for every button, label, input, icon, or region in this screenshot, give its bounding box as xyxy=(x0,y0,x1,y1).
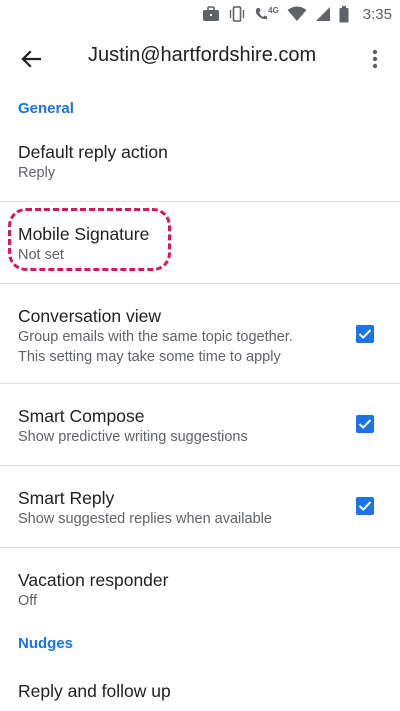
more-vert-icon xyxy=(372,49,378,69)
setting-title: Smart Compose xyxy=(18,406,145,426)
briefcase-icon xyxy=(202,6,220,22)
wifi-icon xyxy=(287,6,307,22)
setting-subtitle: Show predictive writing suggestions xyxy=(18,429,248,445)
network-type-label: 4G xyxy=(268,6,279,15)
smart-compose-checkbox[interactable] xyxy=(356,415,374,433)
setting-subtitle: This setting may take some time to apply xyxy=(18,349,281,365)
setting-title: Reply and follow up xyxy=(18,681,171,701)
setting-title: Conversation view xyxy=(18,306,161,326)
check-icon xyxy=(358,419,372,430)
vibrate-icon xyxy=(228,6,246,22)
setting-default-reply[interactable]: Default reply action Reply xyxy=(0,130,400,202)
setting-vacation-responder[interactable]: Vacation responder Off xyxy=(0,548,400,624)
wifi-call-icon: 4G xyxy=(254,6,279,22)
battery-icon xyxy=(339,5,349,23)
overflow-menu-button[interactable] xyxy=(360,42,390,76)
setting-smart-compose[interactable]: Smart Compose Show predictive writing su… xyxy=(0,384,400,466)
back-button[interactable] xyxy=(14,42,48,76)
setting-title: Smart Reply xyxy=(18,488,115,508)
setting-reply-follow-up[interactable]: Reply and follow up xyxy=(0,664,400,704)
setting-title: Default reply action xyxy=(18,142,168,162)
signal-icon xyxy=(315,6,331,22)
setting-subtitle: Off xyxy=(18,593,38,609)
setting-conversation-view[interactable]: Conversation view Group emails with the … xyxy=(0,284,400,384)
setting-subtitle: Show suggested replies when available xyxy=(18,511,272,527)
check-icon xyxy=(358,329,372,340)
setting-title: Vacation responder xyxy=(18,570,169,590)
setting-subtitle: Reply xyxy=(18,165,56,181)
toolbar: Justin@hartfordshire.com xyxy=(0,28,400,86)
smart-reply-checkbox[interactable] xyxy=(356,497,374,515)
setting-title: Mobile Signature xyxy=(18,224,150,244)
check-icon xyxy=(358,501,372,512)
status-time: 3:35 xyxy=(362,5,392,23)
arrow-back-icon xyxy=(21,50,41,68)
account-title: Justin@hartfordshire.com xyxy=(88,44,317,66)
setting-subtitle: Group emails with the same topic togethe… xyxy=(18,329,293,345)
section-header-nudges: Nudges xyxy=(18,635,74,652)
section-header-general: General xyxy=(18,100,74,117)
setting-smart-reply[interactable]: Smart Reply Show suggested replies when … xyxy=(0,466,400,548)
settings-list: General Default reply action Reply Mobil… xyxy=(0,86,400,704)
status-bar: 4G 3:35 xyxy=(0,0,400,28)
setting-mobile-signature[interactable]: Mobile Signature Not set xyxy=(0,202,400,284)
conversation-view-checkbox[interactable] xyxy=(356,325,374,343)
status-icons: 4G 3:35 xyxy=(202,4,392,24)
setting-subtitle: Not set xyxy=(18,247,64,263)
